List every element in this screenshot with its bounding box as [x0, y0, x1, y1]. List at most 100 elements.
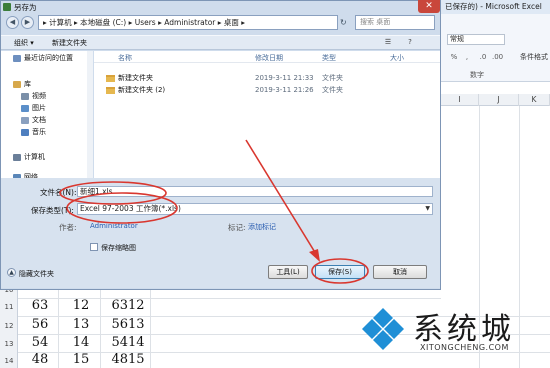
row-number[interactable]: 14 [0, 357, 18, 365]
folder-icon [106, 86, 115, 94]
file-date: 2019-3-11 21:26 [255, 86, 314, 94]
nav-item-label: 音乐 [32, 128, 46, 136]
table-cell[interactable]: 5613 [104, 317, 152, 332]
table-cell[interactable]: 63 [20, 298, 60, 313]
nav-item-label: 计算机 [24, 153, 45, 161]
nav-item-recent[interactable]: 最近访问的位置 [13, 52, 73, 64]
save-button[interactable]: 保存(S) [315, 265, 365, 279]
close-button[interactable]: ✕ [418, 0, 440, 13]
document-icon [21, 116, 29, 124]
dialog-titlebar[interactable] [0, 0, 441, 14]
author-label: 作者: [59, 223, 77, 232]
table-cell[interactable]: 5414 [104, 335, 152, 350]
file-name: 新建文件夹 (2) [118, 86, 166, 94]
row-number[interactable]: 11 [0, 303, 18, 311]
nav-item-computer[interactable]: 计算机 [13, 151, 45, 163]
tags-label: 标记: [228, 223, 246, 232]
file-date: 2019-3-11 21:33 [255, 74, 314, 82]
xitongcheng-logo [362, 308, 404, 350]
nav-item-label: 视频 [32, 92, 46, 100]
nav-item-documents[interactable]: 文档 [21, 114, 46, 126]
column-size-header[interactable]: 大小 [390, 53, 404, 63]
new-folder-button[interactable]: 新建文件夹 [52, 38, 87, 48]
nav-item-pictures[interactable]: 图片 [21, 102, 46, 114]
column-header[interactable]: J [479, 94, 519, 106]
file-type: 文件夹 [322, 86, 343, 94]
nav-item-label: 最近访问的位置 [24, 54, 73, 62]
column-type-header[interactable]: 类型 [322, 53, 336, 63]
navigation-pane: 最近访问的位置 库 视频 图片 文档 音乐 计算机 网络 [1, 51, 93, 178]
table-cell[interactable]: 14 [62, 335, 100, 350]
table-cell[interactable]: 6312 [104, 298, 152, 313]
table-cell[interactable]: 56 [20, 317, 60, 332]
comma-icon[interactable]: , [462, 52, 472, 62]
column-header[interactable]: K [519, 94, 550, 106]
nav-item-music[interactable]: 音乐 [21, 126, 46, 138]
save-thumbnail-checkbox[interactable] [90, 243, 98, 251]
ribbon-group-label: 数字 [470, 71, 484, 79]
picture-icon [21, 104, 29, 112]
row-number[interactable]: 13 [0, 340, 18, 348]
percent-icon[interactable]: % [449, 52, 459, 62]
nav-item-videos[interactable]: 视频 [21, 90, 46, 102]
save-thumbnail-label: 保存缩略图 [101, 244, 136, 252]
decimal-decrease-icon[interactable]: .00 [492, 52, 503, 62]
column-name-header[interactable]: 名称 [118, 53, 132, 63]
folder-icon [106, 74, 115, 82]
dialog-title: 另存为 [14, 3, 37, 12]
refresh-icon[interactable]: ↻ [340, 15, 352, 30]
chevron-down-icon: ▼ [425, 205, 430, 212]
recent-places-icon [13, 54, 21, 62]
address-bar[interactable]: ▸ 计算机 ▸ 本地磁盘 (C:) ▸ Users ▸ Administrato… [38, 15, 338, 30]
excel-app-icon [3, 3, 11, 11]
table-cell[interactable]: 54 [20, 335, 60, 350]
conditional-format-button[interactable]: 条件格式 [520, 52, 548, 62]
grid-line [100, 280, 101, 368]
author-value[interactable]: Administrator [90, 222, 138, 230]
view-options-icon[interactable]: ☰ [382, 37, 394, 47]
nav-item-network[interactable]: 网络 [13, 171, 38, 178]
file-type: 文件夹 [322, 74, 343, 82]
nav-item-libraries[interactable]: 库 [13, 78, 31, 90]
organize-menu[interactable]: 组织 ▾ [14, 38, 34, 48]
video-icon [21, 92, 29, 100]
filename-label: 文件名(N): [40, 188, 77, 197]
chevron-up-icon[interactable]: ▲ [7, 268, 16, 277]
watermark-subtitle: XITONGCHENG.COM [420, 343, 509, 352]
decimal-increase-icon[interactable]: .0 [478, 52, 488, 62]
forward-arrow-icon[interactable]: ▶ [21, 16, 34, 29]
table-cell[interactable]: 13 [62, 317, 100, 332]
back-arrow-icon[interactable]: ◀ [6, 16, 19, 29]
filetype-label: 保存类型(T): [31, 206, 74, 215]
nav-scrollbar[interactable] [87, 51, 93, 178]
file-name: 新建文件夹 [118, 74, 153, 82]
table-cell[interactable]: 15 [62, 352, 100, 367]
number-format-combo[interactable]: 常规 [447, 34, 505, 45]
tags-value[interactable]: 添加标记 [248, 222, 276, 232]
computer-icon [13, 153, 21, 161]
table-cell[interactable]: 12 [62, 298, 100, 313]
table-cell[interactable]: 4815 [104, 352, 152, 367]
cancel-button[interactable]: 取消 [373, 265, 427, 279]
list-item[interactable]: 新建文件夹 [106, 72, 153, 84]
nav-item-label: 图片 [32, 104, 46, 112]
column-header-row: I J K [441, 94, 550, 106]
column-date-header[interactable]: 修改日期 [255, 53, 283, 63]
search-input[interactable]: 搜索 桌面 [355, 15, 435, 30]
hide-folders-link[interactable]: 隐藏文件夹 [19, 269, 54, 279]
excel-ribbon [441, 14, 550, 82]
file-list [94, 51, 440, 178]
list-item[interactable]: 新建文件夹 (2) [106, 84, 165, 96]
filetype-select[interactable]: Excel 97-2003 工作簿(*.xls) ▼ [77, 203, 433, 215]
library-icon [13, 80, 21, 88]
nav-item-label: 库 [24, 80, 31, 88]
help-icon[interactable]: ? [404, 37, 416, 47]
tools-button[interactable]: 工具(L) [268, 265, 308, 279]
filename-input[interactable]: 新细1.xls [77, 186, 433, 197]
watermark-title: 系统城 [413, 312, 515, 347]
filetype-value: Excel 97-2003 工作簿(*.xls) [80, 204, 181, 213]
column-header[interactable]: I [441, 94, 479, 106]
excel-title: 已保存的) - Microsoft Excel [441, 0, 550, 14]
row-number[interactable]: 12 [0, 322, 18, 330]
table-cell[interactable]: 48 [20, 352, 60, 367]
